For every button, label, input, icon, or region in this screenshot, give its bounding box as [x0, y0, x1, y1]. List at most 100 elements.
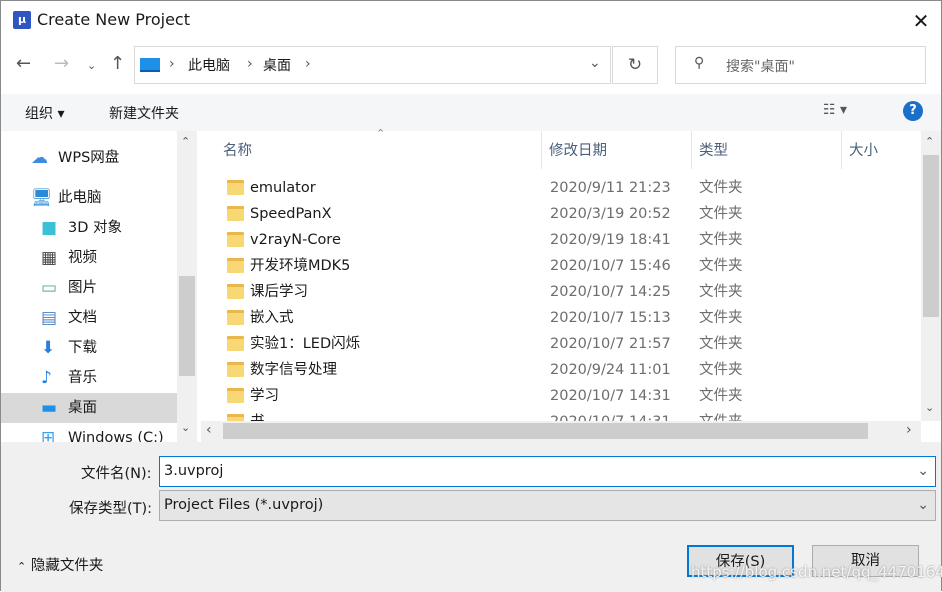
- file-date: 2020/9/24 11:01: [550, 362, 671, 378]
- picture-icon: ▭: [41, 278, 58, 298]
- file-row[interactable]: 学习 2020/10/7 14:31 文件夹: [201, 383, 921, 409]
- sidebar-item[interactable]: 🖥 此电脑: [1, 183, 177, 213]
- file-row[interactable]: 课后学习 2020/10/7 14:25 文件夹: [201, 279, 921, 305]
- desktop-icon: [140, 58, 160, 72]
- column-name[interactable]: 名称: [223, 131, 252, 171]
- sidebar-item[interactable]: ▬ 桌面: [1, 393, 177, 423]
- sidebar-item-label: 此电脑: [58, 190, 102, 206]
- file-name: 实验1：LED闪烁: [250, 336, 361, 352]
- new-folder-button[interactable]: 新建文件夹: [109, 103, 179, 123]
- filename-input[interactable]: 3.uvproj ⌄: [159, 456, 936, 487]
- sidebar-item[interactable]: ⬇ 下载: [1, 333, 177, 363]
- file-row[interactable]: 数字信号处理 2020/9/24 11:01 文件夹: [201, 357, 921, 383]
- navigation-pane: ☁ WPS网盘 🖥 此电脑 ■ 3D 对象 ▦ 视频 ▭ 图片 ▤ 文档 ⬇ 下载 ♪ 音乐 ▬ 桌面 ⊞ Windo…: [1, 131, 177, 448]
- folder-icon: [227, 414, 244, 421]
- file-date: 2020/10/7 14:31: [550, 388, 671, 404]
- folder-icon: [227, 258, 244, 273]
- toolbar: 组织 ▾ 新建文件夹 ☷ ▾ ?: [1, 94, 941, 131]
- file-hscrollbar[interactable]: ‹ ›: [201, 421, 921, 442]
- video-icon: ▦: [41, 248, 58, 268]
- file-name: 开发环境MDK5: [250, 258, 351, 274]
- sidebar-item-label: 图片: [68, 280, 97, 296]
- file-row[interactable]: 书 2020/10/7 14:31 文件夹: [201, 409, 921, 421]
- window-title: Create New Project: [37, 10, 190, 29]
- sidebar-item[interactable]: ▭ 图片: [1, 273, 177, 303]
- sidebar-item-label: 视频: [68, 250, 97, 266]
- file-row[interactable]: emulator 2020/9/11 21:23 文件夹: [201, 175, 921, 201]
- sidebar-item[interactable]: ■ 3D 对象: [1, 213, 177, 243]
- cube-icon: ■: [41, 218, 58, 238]
- file-name: 数字信号处理: [250, 362, 337, 378]
- folder-icon: [227, 180, 244, 195]
- search-input[interactable]: ⚲ 搜索"桌面": [675, 46, 926, 84]
- cloud-icon: ☁: [31, 148, 48, 168]
- sort-ascending-icon: ⌃: [376, 127, 386, 140]
- file-date: 2020/10/7 15:13: [550, 310, 671, 326]
- file-type: 文件夹: [699, 409, 743, 421]
- file-name: 学习: [250, 388, 279, 404]
- filename-label: 文件名(N):: [81, 466, 152, 482]
- filetype-select[interactable]: Project Files (*.uvproj) ⌄: [159, 490, 936, 521]
- breadcrumb-this-pc[interactable]: 此电脑: [188, 55, 230, 75]
- file-type: 文件夹: [699, 362, 743, 378]
- sidebar-item[interactable]: ▤ 文档: [1, 303, 177, 333]
- close-button[interactable]: ✕: [906, 7, 936, 35]
- file-date: 2020/9/11 21:23: [550, 180, 671, 196]
- file-row[interactable]: SpeedPanX 2020/3/19 20:52 文件夹: [201, 201, 921, 227]
- folder-icon: [227, 310, 244, 325]
- file-name: emulator: [250, 180, 316, 196]
- file-name: 嵌入式: [250, 310, 294, 326]
- file-vscrollbar[interactable]: ⌃ ⌄: [921, 131, 941, 421]
- folder-icon: [227, 388, 244, 403]
- file-row[interactable]: 嵌入式 2020/10/7 15:13 文件夹: [201, 305, 921, 331]
- computer-icon: 🖥: [31, 188, 53, 208]
- file-date: 2020/3/19 20:52: [550, 206, 671, 222]
- download-icon: ⬇: [41, 338, 56, 358]
- file-type: 文件夹: [699, 310, 743, 326]
- file-type: 文件夹: [699, 232, 743, 248]
- music-icon: ♪: [41, 368, 52, 388]
- refresh-button[interactable]: ↻: [612, 46, 658, 84]
- column-date[interactable]: 修改日期: [549, 131, 607, 171]
- organize-button[interactable]: 组织 ▾: [25, 103, 64, 123]
- column-size[interactable]: 大小: [849, 131, 878, 171]
- sidebar-item[interactable]: ☁ WPS网盘: [1, 143, 177, 173]
- folder-icon: [227, 206, 244, 221]
- sidebar-item[interactable]: ▦ 视频: [1, 243, 177, 273]
- file-date: 2020/10/7 21:57: [550, 336, 671, 352]
- column-type[interactable]: 类型: [699, 131, 728, 171]
- file-row[interactable]: 实验1：LED闪烁 2020/10/7 21:57 文件夹: [201, 331, 921, 357]
- file-date: 2020/10/7 14:31: [550, 409, 671, 421]
- folder-icon: [227, 362, 244, 377]
- watermark: https://blog.csdn.net/qq_44701643: [691, 563, 942, 581]
- up-button[interactable]: ↑: [110, 53, 125, 74]
- folder-icon: [227, 336, 244, 351]
- file-list: emulator 2020/9/11 21:23 文件夹 SpeedPanX 2020/…: [201, 175, 921, 421]
- address-bar[interactable]: › 此电脑 › 桌面 › ⌄: [134, 46, 611, 84]
- desktop-icon: ▬: [41, 398, 58, 418]
- app-icon: µ: [13, 11, 31, 29]
- address-dropdown-icon[interactable]: ⌄: [589, 55, 601, 71]
- sidebar-item-label: 下载: [68, 340, 97, 356]
- view-options-icon[interactable]: ☷ ▾: [823, 102, 847, 118]
- file-type: 文件夹: [699, 284, 743, 300]
- file-name: 书: [250, 409, 265, 421]
- nav-scrollbar[interactable]: ⌃ ⌄: [177, 131, 197, 442]
- hide-folders-toggle[interactable]: ⌃ 隐藏文件夹: [17, 554, 103, 575]
- file-name: 课后学习: [250, 284, 308, 300]
- file-date: 2020/10/7 15:46: [550, 258, 671, 274]
- back-button[interactable]: ←: [16, 53, 31, 74]
- sidebar-item-label: 桌面: [68, 400, 97, 416]
- sidebar-item[interactable]: ♪ 音乐: [1, 363, 177, 393]
- forward-button[interactable]: →: [54, 53, 69, 74]
- file-date: 2020/9/19 18:41: [550, 232, 671, 248]
- file-row[interactable]: v2rayN-Core 2020/9/19 18:41 文件夹: [201, 227, 921, 253]
- sidebar-item-label: 音乐: [68, 370, 97, 386]
- recent-dropdown-icon[interactable]: ⌄: [87, 59, 96, 72]
- sidebar-item-label: 文档: [68, 310, 97, 326]
- file-type: 文件夹: [699, 388, 743, 404]
- file-row[interactable]: 开发环境MDK5 2020/10/7 15:46 文件夹: [201, 253, 921, 279]
- help-icon[interactable]: ?: [903, 101, 923, 121]
- sidebar-item-label: 3D 对象: [68, 220, 122, 236]
- breadcrumb-desktop[interactable]: 桌面: [263, 55, 291, 75]
